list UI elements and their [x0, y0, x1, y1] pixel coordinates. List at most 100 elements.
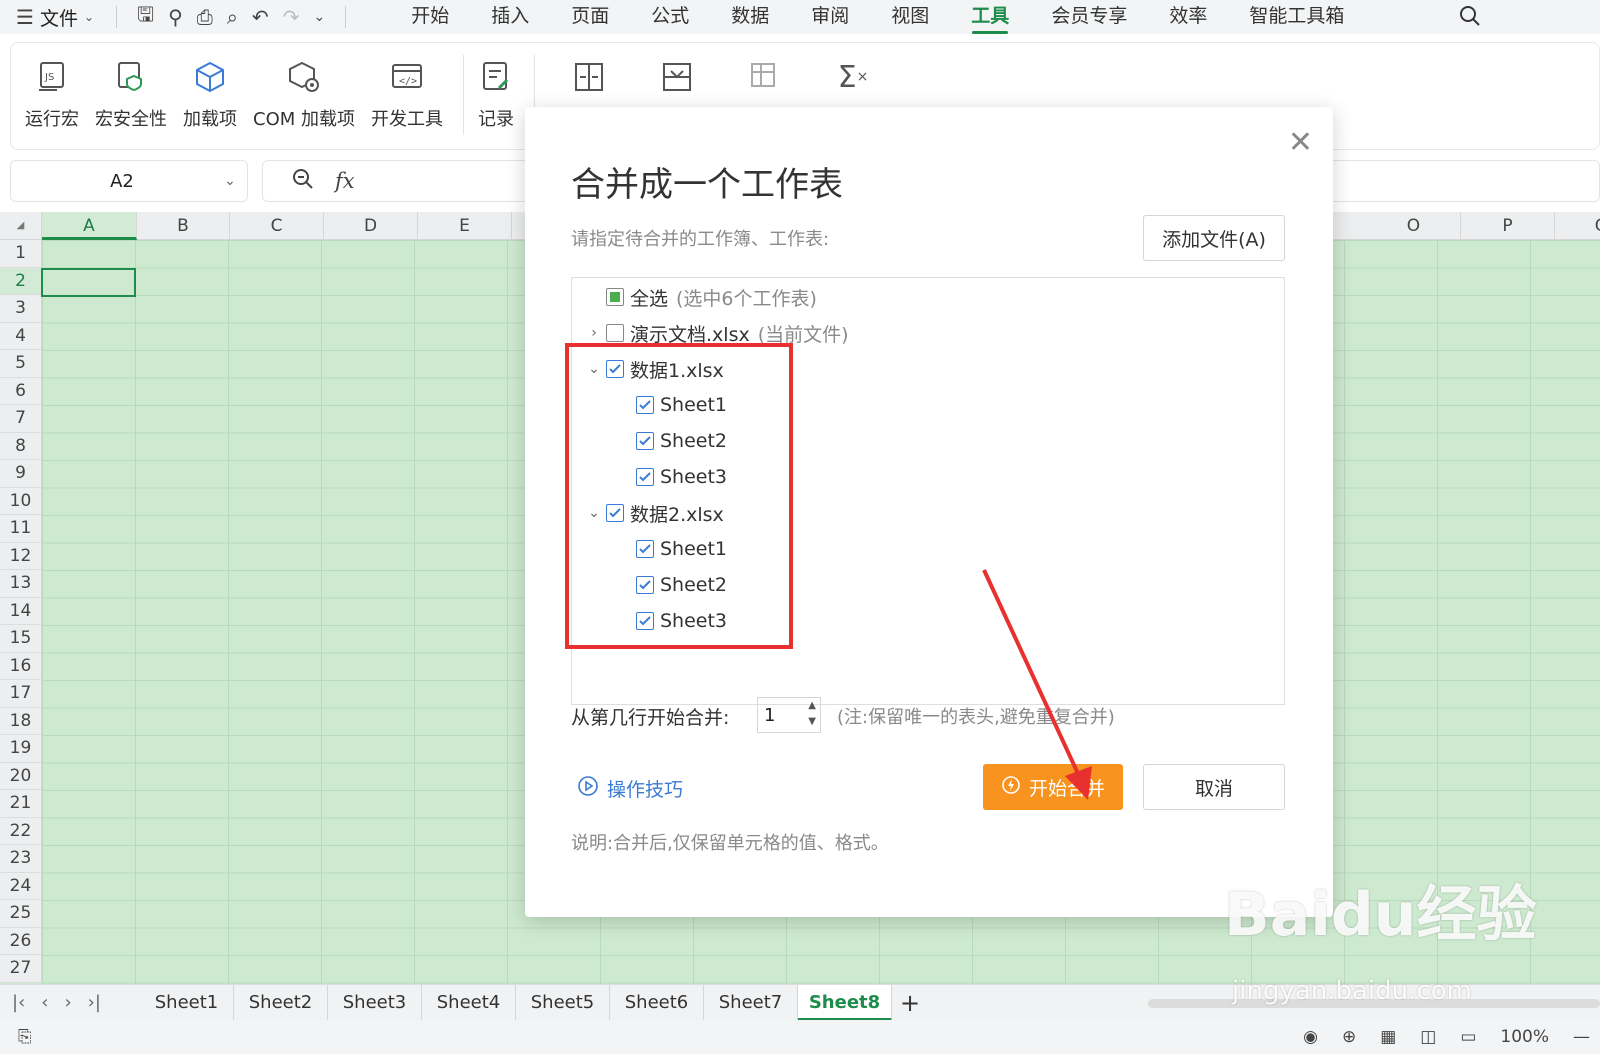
column-header-p[interactable]: P [1461, 212, 1555, 240]
row-header-8[interactable]: 8 [0, 433, 41, 460]
sheet-tab-6[interactable]: Sheet6 [610, 984, 704, 1021]
search-icon[interactable] [1458, 4, 1482, 34]
column-header-o[interactable]: O [1367, 212, 1461, 240]
row-header-22[interactable]: 22 [0, 818, 41, 845]
column-header-a[interactable]: A [42, 212, 137, 240]
sheet-tab-2[interactable]: Sheet2 [234, 984, 328, 1021]
row-header-24[interactable]: 24 [0, 873, 41, 900]
sheet-tab-1[interactable]: Sheet1 [140, 984, 234, 1021]
eye-protection-icon[interactable]: ◉ [1303, 1027, 1318, 1047]
sheet-tab-8[interactable]: Sheet8 [798, 984, 892, 1021]
prev-sheet-icon[interactable]: ‹ [41, 992, 48, 1013]
table-tools-button[interactable] [747, 43, 783, 95]
row-header-15[interactable]: 15 [0, 625, 41, 653]
select-all-corner[interactable]: ◢ [0, 212, 42, 240]
file-menu[interactable]: 文件 [40, 4, 78, 31]
row-header-5[interactable]: 5 [0, 350, 41, 378]
page-layout-view-icon[interactable]: ▭ [1460, 1027, 1476, 1047]
addin-button[interactable]: 加载项 [183, 43, 237, 131]
tab-review[interactable]: 审阅 [790, 0, 870, 34]
more-dropdown-icon[interactable]: ⌄ [313, 9, 325, 25]
row-header-12[interactable]: 12 [0, 543, 41, 570]
redo-icon[interactable]: ↷ [283, 5, 300, 29]
column-header-c[interactable]: C [230, 212, 324, 240]
sheet-tab-5[interactable]: Sheet5 [516, 984, 610, 1021]
macro-security-button[interactable]: 宏安全性 [95, 43, 167, 131]
row-header-9[interactable]: 9 [0, 460, 41, 488]
sum-formula-button[interactable]: Σ × [835, 43, 871, 95]
close-icon[interactable]: ✕ [1288, 128, 1313, 158]
tab-efficiency[interactable]: 效率 [1148, 0, 1228, 34]
tips-link[interactable]: 操作技巧 [577, 775, 683, 802]
row-header-23[interactable]: 23 [0, 845, 41, 873]
print-preview-icon[interactable]: ⌕ [227, 5, 238, 29]
column-header-d[interactable]: D [324, 212, 418, 240]
row-header-3[interactable]: 3 [0, 295, 41, 323]
start-merge-button[interactable]: 开始合并 [983, 764, 1123, 810]
select-all-item[interactable]: 全选 (选中6个工作表) [582, 280, 817, 314]
next-sheet-icon[interactable]: › [64, 992, 71, 1013]
row-header-16[interactable]: 16 [0, 653, 41, 680]
add-sheet-button[interactable]: + [900, 989, 920, 1017]
tab-formula[interactable]: 公式 [630, 0, 710, 34]
first-sheet-icon[interactable]: |‹ [12, 992, 25, 1013]
row-header-27[interactable]: 27 [0, 955, 41, 983]
sheet-tab-7[interactable]: Sheet7 [704, 984, 798, 1021]
name-box[interactable]: A2 ⌄ [10, 160, 248, 202]
cancel-button[interactable]: 取消 [1143, 764, 1285, 810]
last-sheet-icon[interactable]: ›| [88, 992, 101, 1013]
split-table-button[interactable] [571, 43, 607, 95]
selected-cell-a2[interactable] [41, 268, 136, 297]
focus-mode-icon[interactable]: ⊕ [1342, 1027, 1356, 1047]
row-header-11[interactable]: 11 [0, 515, 41, 543]
macro-record-icon[interactable]: ⎘ [18, 1027, 32, 1047]
row-header-1[interactable]: 1 [0, 240, 41, 268]
sheet-tab-3[interactable]: Sheet3 [328, 984, 422, 1021]
normal-view-icon[interactable]: ▦ [1380, 1027, 1396, 1047]
tab-smart-toolbox[interactable]: 智能工具箱 [1228, 0, 1365, 34]
save-icon[interactable]: 🖫 [137, 0, 154, 34]
column-header-e[interactable]: E [418, 212, 512, 240]
row-header-18[interactable]: 18 [0, 708, 41, 735]
row-header-21[interactable]: 21 [0, 790, 41, 818]
row-header-4[interactable]: 4 [0, 323, 41, 350]
print-icon[interactable]: ⎙ [197, 5, 213, 29]
undo-icon[interactable]: ↶ [252, 5, 269, 29]
row-header-13[interactable]: 13 [0, 570, 41, 598]
row-header-6[interactable]: 6 [0, 378, 41, 405]
zoom-out-icon[interactable]: — [1573, 1027, 1590, 1047]
run-macro-button[interactable]: JS 运行宏 [25, 43, 79, 131]
tab-view[interactable]: 视图 [870, 0, 950, 34]
row-header-19[interactable]: 19 [0, 735, 41, 763]
hamburger-icon[interactable]: ☰ [16, 5, 34, 29]
sheet-tab-4[interactable]: Sheet4 [422, 984, 516, 1021]
tab-insert[interactable]: 插入 [470, 0, 550, 34]
row-header-14[interactable]: 14 [0, 598, 41, 625]
row-header-2[interactable]: 2 [0, 267, 41, 295]
tab-tools[interactable]: 工具 [950, 0, 1030, 34]
chevron-down-icon[interactable]: ⌄ [84, 10, 94, 24]
row-header-20[interactable]: 20 [0, 763, 41, 790]
stepper-arrows-icon[interactable]: ▲ ▼ [808, 698, 816, 730]
developer-tools-button[interactable]: </> 开发工具 [371, 43, 443, 131]
merge-table-button[interactable] [659, 43, 695, 95]
chevron-down-icon[interactable]: ⌄ [213, 173, 247, 189]
zoom-formula-icon[interactable] [291, 167, 315, 196]
select-all-checkbox[interactable] [606, 288, 624, 306]
start-row-stepper[interactable]: 1 ▲ ▼ [757, 697, 821, 733]
file-checkbox[interactable] [606, 324, 624, 342]
row-header-10[interactable]: 10 [0, 488, 41, 515]
fx-icon[interactable]: fx [335, 169, 355, 193]
tab-data[interactable]: 数据 [710, 0, 790, 34]
row-header-26[interactable]: 26 [0, 928, 41, 955]
tab-page[interactable]: 页面 [550, 0, 630, 34]
chevron-right-icon[interactable]: › [582, 325, 606, 341]
tab-home[interactable]: 开始 [390, 0, 470, 34]
row-header-17[interactable]: 17 [0, 680, 41, 708]
tab-member[interactable]: 会员专享 [1030, 0, 1148, 34]
row-header-7[interactable]: 7 [0, 405, 41, 433]
add-file-button[interactable]: 添加文件(A) [1143, 215, 1285, 261]
page-break-view-icon[interactable]: ◫ [1420, 1027, 1436, 1047]
link-icon[interactable]: ⚲ [168, 5, 183, 29]
record-button[interactable]: 记录 [478, 43, 514, 131]
